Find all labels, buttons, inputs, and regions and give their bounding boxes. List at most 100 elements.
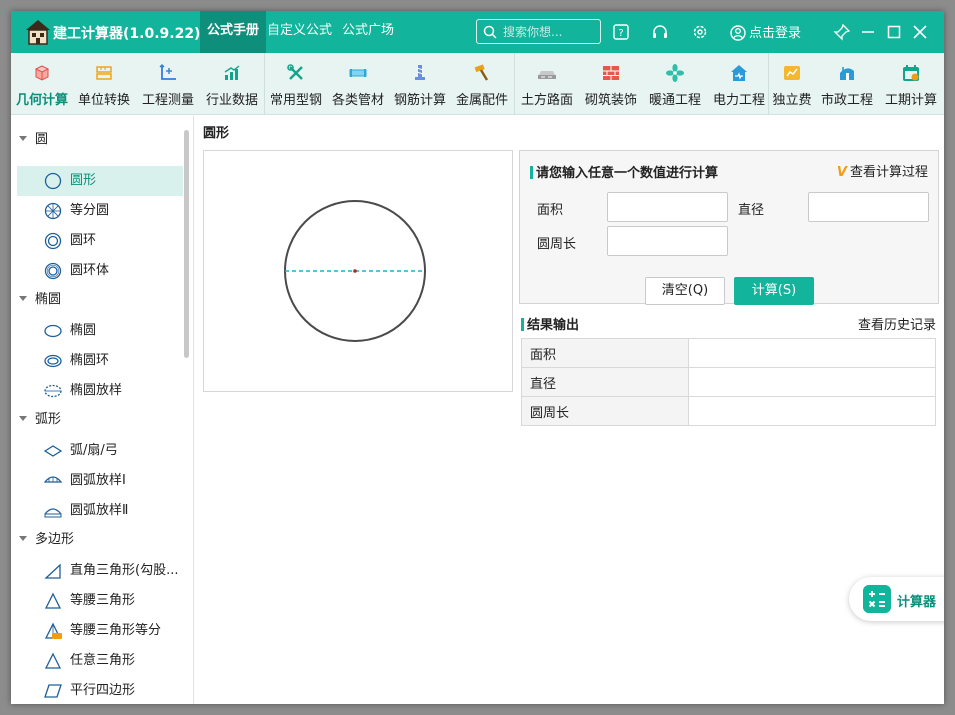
tree-item-label: 直角三角形(勾股... [70, 563, 179, 578]
tree-item-ellipse-ring[interactable]: 椭圆环 [17, 346, 183, 376]
result-area-label: 面积 [521, 338, 689, 368]
tree-item-torus[interactable]: 圆环体 [17, 256, 183, 286]
maximize-icon[interactable] [885, 23, 903, 41]
tree-item-right-triangle[interactable]: 直角三角形(勾股... [17, 556, 183, 586]
pin-icon[interactable] [833, 23, 851, 41]
ribbon-schedule[interactable]: 工期计算 [879, 53, 943, 115]
area-label: 面积 [537, 203, 564, 218]
headset-icon[interactable] [651, 23, 669, 41]
ribbon-label: 各类管材 [331, 93, 384, 108]
triangle-icon [44, 652, 62, 669]
diameter-input[interactable] [808, 192, 929, 222]
ribbon-label: 市政工程 [820, 93, 873, 108]
tree-item-arc-sector[interactable]: 弧/扇/弓 [17, 436, 183, 466]
rebar-icon [415, 65, 425, 80]
tree-item-triangle[interactable]: 任意三角形 [17, 646, 183, 676]
tree-item-isosceles-divide[interactable]: 等腰三角形等分 [17, 616, 183, 646]
area-input[interactable] [607, 192, 728, 222]
ribbon-hvac[interactable]: 暖通工程 [643, 53, 707, 115]
app-window: 建工计算器(1.0.9.22) 公式手册 自定义公式 公式广场 ? [11, 11, 944, 704]
tree-item-ellipse[interactable]: 椭圆 [17, 316, 183, 346]
tree-group-circle[interactable]: 圆 [19, 129, 48, 151]
arc-lofting-2-icon [44, 508, 62, 518]
ribbon-unit-convert[interactable]: 单位转换 [73, 53, 135, 115]
collapse-caret-icon [19, 416, 27, 421]
result-diameter-value [688, 367, 936, 397]
view-history-link[interactable]: 查看历史记录 [858, 314, 936, 333]
title-bar: 建工计算器(1.0.9.22) 公式手册 自定义公式 公式广场 ? [11, 11, 944, 53]
axis-measure-icon [159, 64, 176, 80]
ribbon-label: 单位转换 [77, 93, 130, 108]
hammer-icon [474, 64, 489, 81]
collapse-caret-icon [19, 296, 27, 301]
ribbon-survey[interactable]: 工程测量 [135, 53, 201, 115]
tree-item-arc-lofting-1[interactable]: 圆弧放样Ⅰ [17, 466, 183, 496]
login-button[interactable]: 点击登录 [730, 22, 801, 41]
tree-group-ellipse[interactable]: 椭圆 [19, 289, 61, 311]
fee-chart-icon [784, 66, 800, 80]
ribbon-industry-data[interactable]: 行业数据 [201, 53, 263, 115]
search-input[interactable] [503, 23, 595, 40]
floating-calculator-button[interactable]: 计算器 [849, 577, 944, 621]
gear-icon[interactable] [691, 23, 709, 41]
search-box [476, 19, 601, 44]
view-calc-process-link[interactable]: V 查看计算过程 [837, 161, 928, 180]
ribbon-label: 暖通工程 [648, 93, 701, 108]
bar-chart-icon [224, 65, 240, 80]
ribbon-label: 土方路面 [520, 93, 573, 108]
tree-group-polygon[interactable]: 多边形 [19, 529, 74, 551]
help-icon[interactable]: ? [612, 23, 630, 41]
close-icon[interactable] [911, 23, 929, 41]
ribbon-masonry[interactable]: 砌筑装饰 [579, 53, 643, 115]
result-title-text: 结果输出 [527, 318, 580, 333]
ribbon-independent-fee[interactable]: 独立费 [769, 53, 815, 115]
tree-item-parallelogram[interactable]: 平行四边形 [17, 676, 183, 704]
tree-item-label: 等腰三角形 [70, 593, 136, 608]
ribbon-label: 常用型钢 [269, 93, 322, 108]
minimize-icon[interactable] [859, 23, 877, 41]
tab-formula-manual[interactable]: 公式手册 [200, 11, 267, 53]
app-title: 建工计算器(1.0.9.22) [53, 26, 201, 42]
road-icon [538, 71, 556, 79]
svg-text:?: ? [618, 28, 623, 39]
ellipse-lofting-icon [44, 384, 62, 398]
vip-icon: V [836, 165, 847, 180]
tree-item-label: 等分圆 [70, 203, 110, 218]
tree-item-ellipse-lofting[interactable]: 椭圆放样 [17, 376, 183, 406]
tree-group-label: 椭圆 [35, 292, 62, 307]
tree-item-divided-circle[interactable]: 等分圆 [17, 196, 183, 226]
circle-icon [44, 172, 62, 190]
ribbon-pipes[interactable]: 各类管材 [327, 53, 389, 115]
ribbon-rebar[interactable]: 钢筋计算 [389, 53, 451, 115]
ribbon-label: 几何计算 [15, 93, 68, 108]
ring-icon [44, 232, 62, 250]
calculate-button[interactable]: 计算(S) [734, 277, 814, 305]
ribbon-earthwork[interactable]: 土方路面 [515, 53, 579, 115]
tree-item-circle[interactable]: 圆形 [17, 166, 183, 196]
ribbon-geometry[interactable]: 几何计算 [11, 53, 73, 115]
search-icon [483, 25, 497, 39]
ribbon-metal-parts[interactable]: 金属配件 [451, 53, 513, 115]
tree-item-ring[interactable]: 圆环 [17, 226, 183, 256]
tree-item-arc-lofting-2[interactable]: 圆弧放样Ⅱ [17, 496, 183, 526]
tab-custom-formula[interactable]: 自定义公式 [267, 11, 332, 53]
input-panel-title-text: 请您输入任意一个数值进行计算 [536, 166, 719, 181]
tools-icon [287, 64, 303, 80]
tab-formula-square[interactable]: 公式广场 [342, 11, 394, 53]
ribbon-power[interactable]: 电力工程 [707, 53, 771, 115]
formula-tree-sidebar: 圆 圆形 等分圆 圆环 圆环体 椭圆 椭圆 椭圆环 椭圆放样 弧形 弧/扇/弓 … [11, 116, 194, 704]
sidebar-scrollbar[interactable] [184, 130, 189, 358]
cube-icon [34, 65, 50, 81]
tree-group-arc[interactable]: 弧形 [19, 409, 61, 431]
circumference-input[interactable] [607, 226, 728, 256]
ellipse-icon [44, 324, 62, 338]
ribbon-municipal[interactable]: 市政工程 [815, 53, 879, 115]
clear-button[interactable]: 清空(Q) [645, 277, 725, 305]
result-area-value [688, 338, 936, 368]
result-circumference-label: 圆周长 [521, 396, 689, 426]
arc-lofting-1-icon [44, 476, 62, 483]
ribbon-steel-sections[interactable]: 常用型钢 [265, 53, 327, 115]
result-table: 面积 直径 圆周长 [521, 338, 936, 426]
tree-item-isosceles-triangle[interactable]: 等腰三角形 [17, 586, 183, 616]
ribbon-label: 电力工程 [712, 93, 765, 108]
